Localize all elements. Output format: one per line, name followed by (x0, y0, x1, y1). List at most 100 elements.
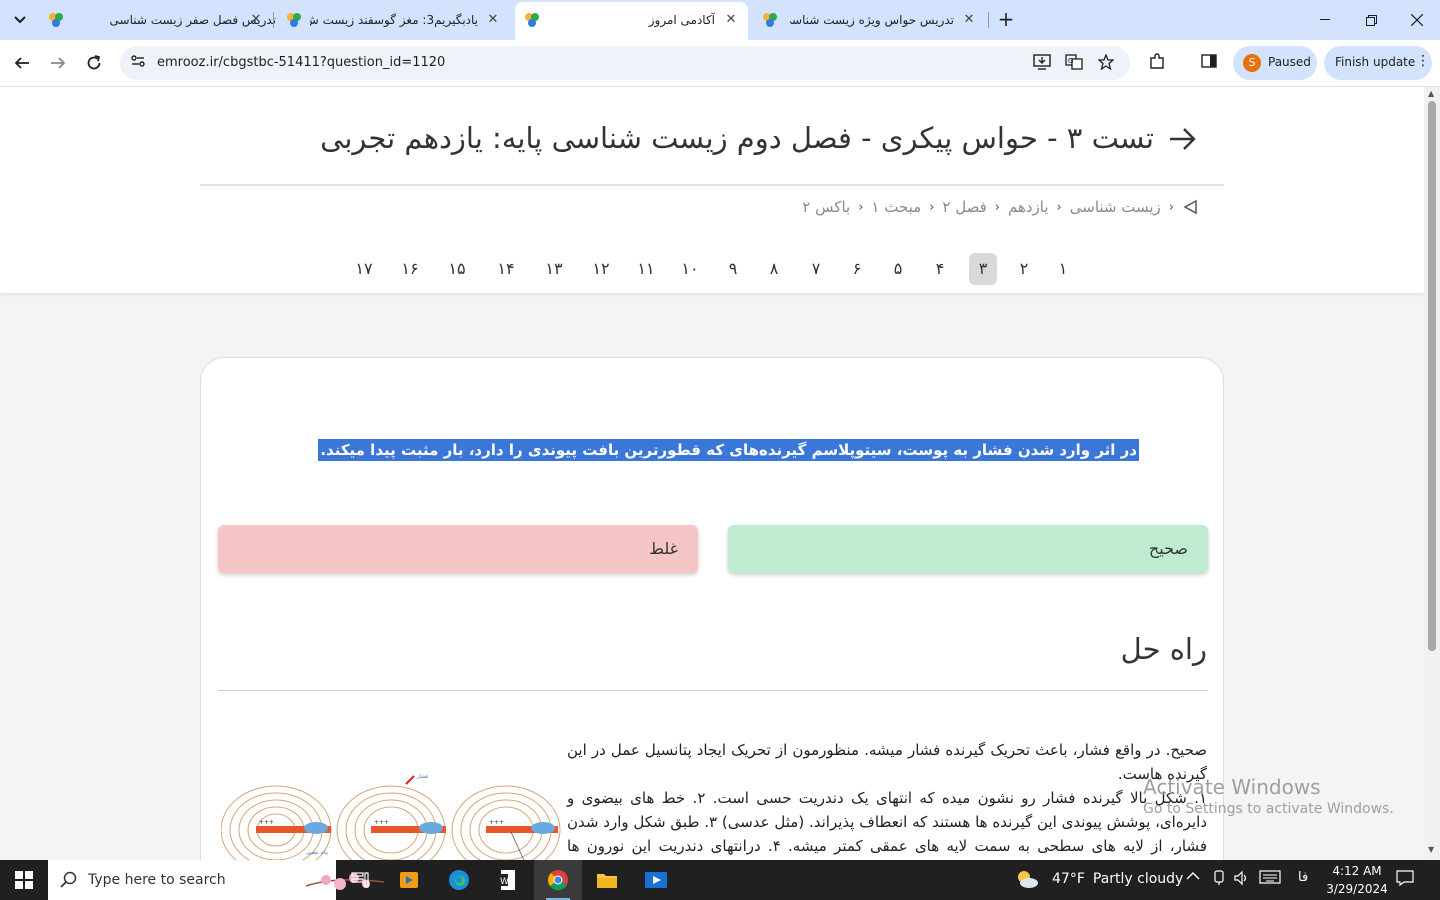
play-icon[interactable] (1182, 199, 1198, 215)
breadcrumb-separator: ‹ (1168, 199, 1174, 215)
windows-taskbar: Type here to search W 47°F Partly cloudy… (0, 860, 1440, 900)
question-number-17[interactable]: ۱۷ (350, 253, 378, 285)
restore-button[interactable] (1348, 0, 1394, 40)
breadcrumb-item[interactable]: باکس ۲ (802, 198, 850, 216)
tab-4[interactable]: تدریس حواس ویژه زیست شناسی ✕ (750, 4, 990, 36)
answer-wrong-button[interactable]: غلط (218, 525, 698, 573)
reload-icon (87, 55, 101, 70)
close-window-button[interactable] (1394, 0, 1440, 40)
site-info-icon[interactable] (128, 53, 148, 73)
close-icon[interactable]: ✕ (485, 12, 501, 28)
weather-widget[interactable]: 47°F Partly cloudy (1014, 868, 1183, 890)
tab-title: تدریس فصل صفر زیست شناسی (109, 13, 276, 27)
question-number-7[interactable]: ۷ (802, 253, 830, 285)
minimize-icon (1320, 19, 1330, 20)
forward-button[interactable] (44, 49, 72, 77)
question-number-10[interactable]: ۱۰ (676, 253, 704, 285)
tab-separator (988, 12, 989, 28)
scrollbar-thumb[interactable] (1428, 101, 1436, 651)
solution-text: صحیح. در واقع فشار، باعث تحریک گیرنده فش… (567, 738, 1207, 860)
word-app[interactable]: W (484, 860, 532, 900)
notification-icon[interactable] (1396, 870, 1418, 890)
figure-receptor-2: +++ فشار (336, 774, 446, 860)
tab-title: یادبگیریم3: مغز گوسفند زیست ش (310, 13, 478, 27)
tab-search-button[interactable] (6, 6, 34, 34)
question-navigator: ۱ ۲ ۳ ۴ ۵ ۶ ۷ ۸ ۹ ۱۰ ۱۱ ۱۲ ۱۳ ۱۴ ۱۵ ۱۶ ۱… (0, 245, 1424, 293)
translate-icon[interactable]: G (1064, 54, 1084, 72)
taskbar-search-box[interactable]: Type here to search (48, 860, 385, 900)
finish-update-button[interactable]: Finish update ⋮ (1324, 46, 1432, 80)
media-player-icon (400, 872, 418, 888)
clock[interactable]: 4:12 AM 3/29/2024 (1322, 862, 1392, 898)
clock-date: 3/29/2024 (1326, 882, 1388, 896)
question-number-14[interactable]: ۱۴ (492, 253, 520, 285)
input-language[interactable]: فا (1298, 870, 1308, 885)
device-icon[interactable] (1212, 870, 1226, 890)
header-divider (200, 184, 1224, 186)
question-number-8[interactable]: ۸ (760, 253, 788, 285)
tab-bar: تدریس فصل صفر زیست شناسی ✕ یادبگیریم3: م… (0, 0, 1440, 40)
question-number-12[interactable]: ۱۲ (587, 253, 615, 285)
question-number-5[interactable]: ۵ (884, 253, 912, 285)
svg-text:+++: +++ (374, 819, 389, 826)
question-number-6[interactable]: ۶ (843, 253, 871, 285)
solution-paragraph: صحیح. در واقع فشار، باعث تحریک گیرنده فش… (567, 741, 1207, 783)
task-view-button[interactable] (336, 860, 384, 900)
finish-update-label: Finish update (1335, 55, 1416, 69)
question-number-9[interactable]: ۹ (719, 253, 747, 285)
figure-receptor-3: +++ (451, 785, 561, 860)
start-button[interactable] (0, 860, 48, 900)
install-app-icon[interactable] (1032, 54, 1052, 72)
address-bar[interactable]: emrooz.ir/cbgstbc-51411?question_id=1120… (120, 46, 1130, 80)
close-icon[interactable]: ✕ (723, 12, 739, 28)
question-number-4[interactable]: ۴ (926, 253, 954, 285)
close-icon[interactable]: ✕ (248, 12, 264, 28)
tab-2[interactable]: یادبگیریم3: مغز گوسفند زیست ش ✕ (274, 4, 512, 36)
file-explorer-app[interactable] (583, 860, 631, 900)
scroll-down-icon[interactable]: ▼ (1428, 845, 1434, 854)
back-button[interactable] (8, 49, 36, 77)
breadcrumb: ‹ زیست شناسی ‹ یازدهم ‹ فصل ۲ ‹ مبحث ۱ ‹… (802, 198, 1198, 216)
question-number-3[interactable]: ۳ (969, 253, 997, 285)
question-number-16[interactable]: ۱۶ (396, 253, 424, 285)
side-panel-icon[interactable] (1198, 53, 1220, 73)
question-number-15[interactable]: ۱۵ (443, 253, 471, 285)
close-icon[interactable]: ✕ (961, 12, 977, 28)
tab-3[interactable]: آکادمی امروز ✕ (515, 2, 748, 40)
scroll-up-icon[interactable]: ▲ (1428, 89, 1434, 98)
movie-app[interactable] (632, 860, 680, 900)
svg-text:+++: +++ (259, 819, 274, 826)
breadcrumb-item[interactable]: فصل ۲ (942, 198, 986, 216)
reload-button[interactable] (80, 49, 108, 77)
breadcrumb-item[interactable]: مبحث ۱ (871, 198, 921, 216)
extensions-icon[interactable] (1146, 53, 1168, 73)
site-favicon-icon (525, 13, 539, 27)
page-scrollbar[interactable]: ▲ ▼ (1424, 87, 1440, 860)
question-number-2[interactable]: ۲ (1010, 253, 1038, 285)
breadcrumb-separator: ‹ (929, 199, 935, 215)
breadcrumb-item[interactable]: یازدهم (1008, 198, 1049, 216)
bookmark-star-icon[interactable] (1096, 53, 1116, 72)
question-number-13[interactable]: ۱۳ (540, 253, 568, 285)
tab-1[interactable]: تدریس فصل صفر زیست شناسی ✕ (36, 4, 276, 36)
keyboard-icon[interactable] (1259, 870, 1281, 888)
site-favicon-icon (287, 13, 301, 27)
show-hidden-icons-icon[interactable] (1186, 870, 1200, 885)
new-tab-button[interactable]: + (996, 8, 1016, 32)
minimize-button[interactable] (1302, 0, 1348, 40)
breadcrumb-item[interactable]: زیست شناسی (1070, 198, 1161, 216)
media-player-app[interactable] (385, 860, 433, 900)
volume-icon[interactable] (1234, 870, 1250, 890)
answer-correct-button[interactable]: صحیح (728, 525, 1208, 573)
breadcrumb-separator: ‹ (1056, 199, 1062, 215)
question-number-1[interactable]: ۱ (1049, 253, 1077, 285)
solution-paragraph: ۱. شکل بالا گیرنده فشار رو نشون میده که … (567, 789, 1208, 855)
chrome-app[interactable] (534, 860, 582, 900)
folder-icon (597, 874, 617, 888)
page-header: تست ۳ - حواس پیکری - فصل دوم زیست شناسی … (0, 87, 1424, 245)
question-number-11[interactable]: ۱۱ (632, 253, 660, 285)
profile-button[interactable]: S Paused (1233, 46, 1317, 80)
edge-app[interactable] (435, 860, 483, 900)
svg-text:W: W (500, 877, 509, 887)
back-arrow-icon[interactable] (1166, 123, 1198, 163)
